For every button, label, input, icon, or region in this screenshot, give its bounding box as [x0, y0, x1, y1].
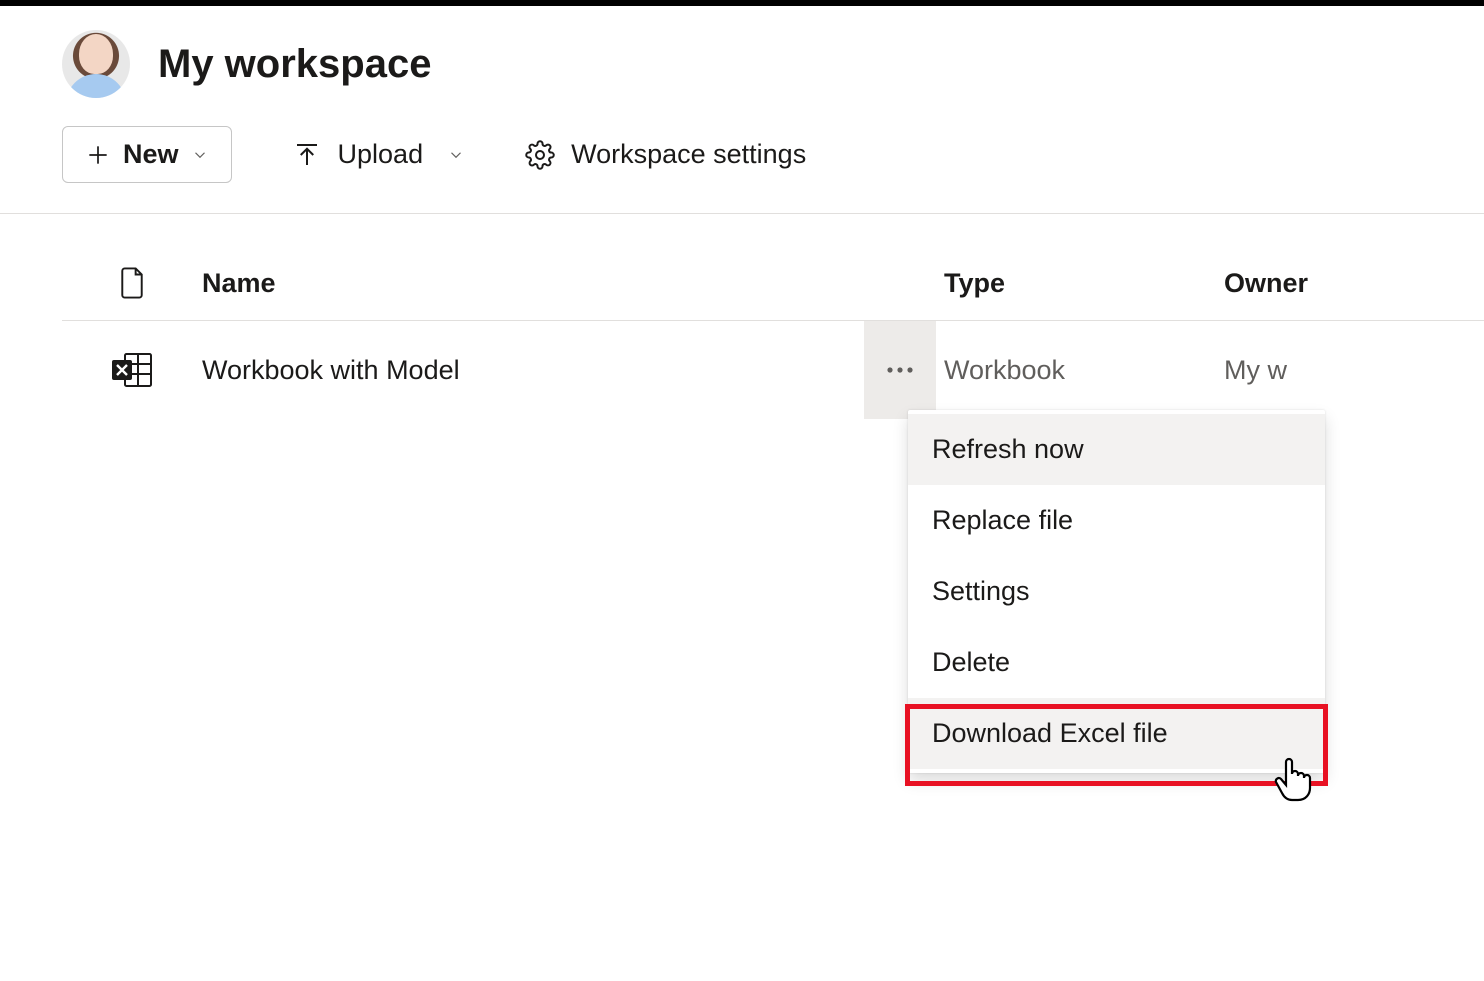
avatar[interactable] — [62, 30, 130, 98]
more-icon — [887, 367, 913, 373]
menu-item-delete[interactable]: Delete — [908, 627, 1325, 698]
context-menu: Refresh now Replace file Settings Delete… — [908, 410, 1325, 773]
content-area: Name Type Owner Workbook with Model Work… — [0, 214, 1484, 419]
upload-button[interactable]: Upload — [292, 139, 466, 170]
new-button[interactable]: New — [62, 126, 232, 183]
plus-icon — [85, 142, 111, 168]
item-type: Workbook — [944, 355, 1224, 386]
gear-icon — [525, 140, 555, 170]
table-header: Name Type Owner — [62, 214, 1484, 321]
excel-workbook-icon — [62, 350, 202, 390]
item-owner: My w — [1224, 355, 1484, 386]
file-header-icon — [62, 266, 202, 300]
column-header-owner[interactable]: Owner — [1224, 268, 1484, 299]
chevron-down-icon — [447, 146, 465, 164]
upload-label: Upload — [338, 139, 424, 170]
menu-item-refresh-now[interactable]: Refresh now — [908, 414, 1325, 485]
page-title: My workspace — [158, 42, 431, 87]
menu-item-settings[interactable]: Settings — [908, 556, 1325, 627]
item-name[interactable]: Workbook with Model — [202, 355, 864, 386]
menu-item-replace-file[interactable]: Replace file — [908, 485, 1325, 556]
workspace-settings-label: Workspace settings — [571, 139, 806, 170]
workspace-settings-button[interactable]: Workspace settings — [525, 139, 806, 170]
column-header-name[interactable]: Name — [202, 268, 864, 299]
column-header-type[interactable]: Type — [944, 268, 1224, 299]
workspace-header: My workspace — [0, 6, 1484, 126]
new-button-label: New — [123, 139, 179, 170]
table-row[interactable]: Workbook with Model Workbook My w — [62, 321, 1484, 419]
toolbar: New Upload Workspace settings — [0, 126, 1484, 214]
chevron-down-icon — [191, 146, 209, 164]
menu-item-download-excel[interactable]: Download Excel file — [908, 698, 1325, 769]
more-options-button[interactable] — [864, 321, 936, 419]
upload-icon — [292, 140, 322, 170]
